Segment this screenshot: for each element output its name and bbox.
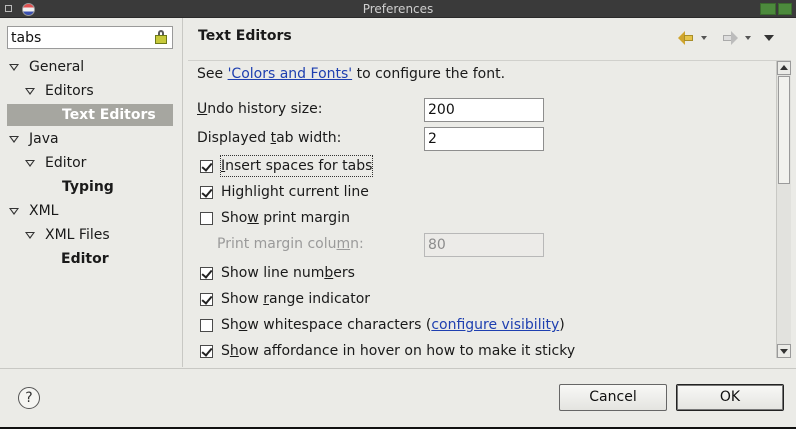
- tree-item-editors[interactable]: Editors: [0, 80, 183, 102]
- scroll-up-icon[interactable]: [777, 61, 791, 75]
- tree-item-text-editors[interactable]: Text Editors: [7, 104, 173, 126]
- tree-item-label: Editors: [45, 83, 94, 99]
- hover-affordance-checkbox[interactable]: [200, 345, 213, 358]
- checkbox-label: Insert spaces for tabs: [219, 155, 374, 177]
- tree-item-label: Typing: [62, 179, 114, 195]
- expand-twisty-icon[interactable]: [25, 232, 35, 239]
- expand-twisty-icon[interactable]: [9, 64, 19, 71]
- tab-width-label: Displayed tab width:: [197, 130, 342, 146]
- insert-spaces-checkbox[interactable]: [200, 160, 213, 173]
- hint-text: See: [197, 66, 228, 82]
- forward-arrow-icon[interactable]: [722, 31, 738, 45]
- expand-twisty-icon[interactable]: [25, 88, 35, 95]
- undo-history-label: Undo history size:: [197, 101, 323, 117]
- view-menu-icon[interactable]: [764, 35, 774, 41]
- tab-width-input[interactable]: [424, 127, 544, 151]
- vertical-scrollbar[interactable]: [776, 61, 791, 358]
- expand-twisty-icon[interactable]: [25, 160, 35, 167]
- tree-item-java-editor[interactable]: Editor: [0, 152, 183, 174]
- tree-item-general[interactable]: General: [0, 56, 183, 78]
- checkbox-label: Show line numbers: [221, 265, 355, 281]
- filter-field[interactable]: [7, 26, 173, 49]
- preference-tree-pane: General Editors Text Editors Java Editor…: [0, 18, 183, 367]
- page-content-frame: See 'Colors and Fonts' to configure the …: [188, 60, 791, 364]
- highlight-line-checkbox[interactable]: [200, 186, 213, 199]
- tree-item-label: Text Editors: [62, 107, 156, 123]
- configure-visibility-link[interactable]: configure visibility: [431, 317, 559, 333]
- checkbox-label: Highlight current line: [221, 184, 369, 200]
- expand-twisty-icon[interactable]: [9, 136, 19, 143]
- whitespace-checkbox[interactable]: [200, 319, 213, 332]
- preference-page: Text Editors See 'Colors and Fonts' to c…: [184, 18, 796, 367]
- checkbox-label: Show print margin: [221, 210, 350, 226]
- back-history-dropdown-icon[interactable]: [701, 36, 707, 40]
- tree-item-typing[interactable]: Typing: [0, 176, 183, 198]
- filter-input[interactable]: [8, 27, 148, 48]
- print-margin-column-input: [424, 233, 544, 257]
- undo-history-input[interactable]: [424, 98, 544, 122]
- checkbox-label: Show affordance in hover on how to make …: [221, 343, 576, 359]
- line-numbers-checkbox[interactable]: [200, 267, 213, 280]
- range-indicator-checkbox[interactable]: [200, 293, 213, 306]
- tree-item-xml[interactable]: XML: [0, 200, 183, 222]
- tree-item-label: Editor: [45, 155, 87, 171]
- dialog-body: General Editors Text Editors Java Editor…: [0, 18, 796, 428]
- expand-twisty-icon[interactable]: [9, 208, 19, 215]
- tree-item-xml-files[interactable]: XML Files: [0, 224, 183, 246]
- page-navigation: [666, 30, 786, 48]
- window-title: Preferences: [362, 2, 434, 16]
- checkbox-label: Show range indicator: [221, 291, 371, 307]
- cancel-button[interactable]: Cancel: [559, 384, 667, 411]
- scrollbar-thumb[interactable]: [778, 76, 790, 184]
- maximize-icon[interactable]: [778, 3, 792, 15]
- tree-item-label: General: [29, 59, 85, 75]
- tree-item-java[interactable]: Java: [0, 128, 183, 150]
- tree-item-label: XML Files: [45, 227, 110, 243]
- tree-item-xml-editor[interactable]: Editor: [0, 248, 183, 270]
- page-title: Text Editors: [198, 28, 292, 44]
- colors-fonts-hint: See 'Colors and Fonts' to configure the …: [197, 66, 505, 82]
- tree-item-label: Editor: [61, 251, 109, 267]
- ok-button[interactable]: OK: [676, 384, 784, 411]
- back-arrow-icon[interactable]: [678, 31, 694, 45]
- title-bar: Preferences: [0, 0, 796, 18]
- print-margin-checkbox[interactable]: [200, 212, 213, 225]
- colors-and-fonts-link[interactable]: 'Colors and Fonts': [228, 66, 353, 82]
- window-controls: [760, 3, 792, 15]
- tree-item-label: XML: [29, 203, 59, 219]
- page-content: See 'Colors and Fonts' to configure the …: [188, 61, 776, 365]
- hint-text: to configure the font.: [352, 66, 506, 82]
- forward-history-dropdown-icon[interactable]: [745, 36, 751, 40]
- checkbox-label: Show whitespace characters (configure vi…: [221, 317, 565, 333]
- clear-filter-icon[interactable]: [155, 30, 167, 44]
- minimize-icon[interactable]: [760, 3, 776, 15]
- tree-item-label: Java: [29, 131, 59, 147]
- dialog-button-bar: ? Cancel OK: [0, 368, 796, 428]
- help-icon[interactable]: ?: [18, 387, 40, 409]
- scroll-down-icon[interactable]: [777, 344, 791, 358]
- print-margin-column-label: Print margin column:: [217, 236, 364, 252]
